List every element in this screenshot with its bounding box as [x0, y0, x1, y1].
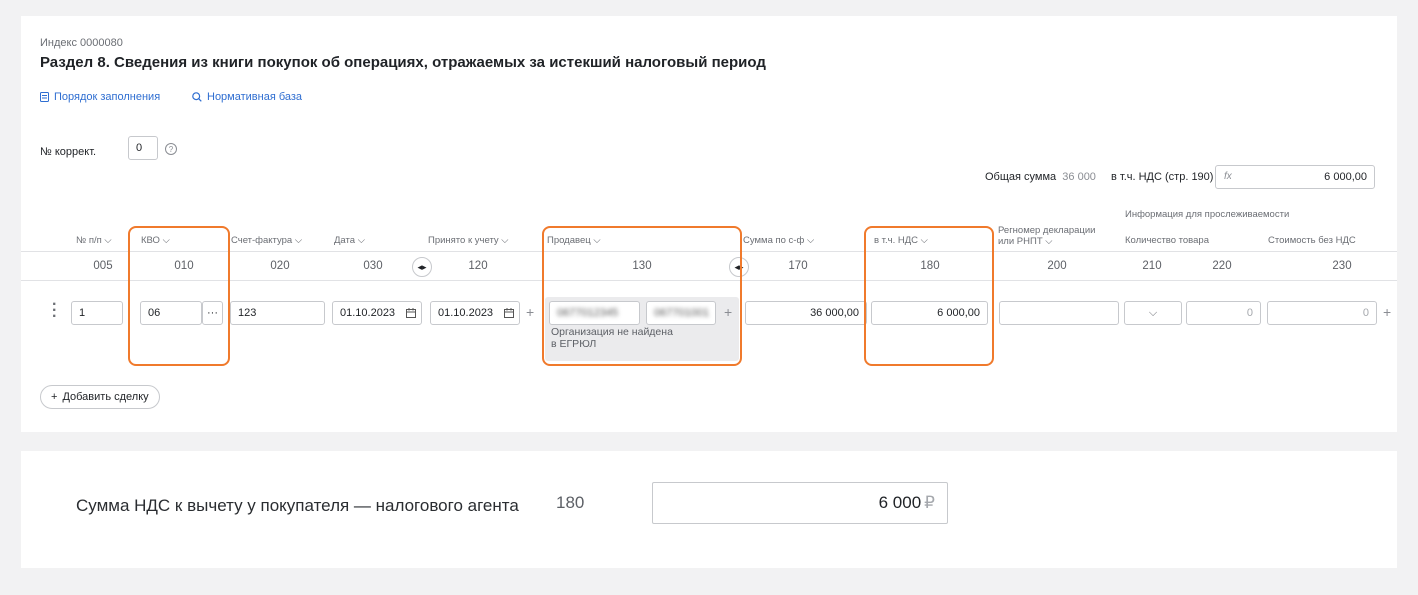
add-deal-label: Добавить сделку	[62, 391, 149, 403]
row-num-input[interactable]: 1	[71, 301, 123, 325]
correction-input[interactable]: 0	[128, 136, 158, 160]
code-num: 005	[93, 260, 113, 272]
code-amount: 170	[788, 260, 808, 272]
row-qty-input[interactable]: 0	[1186, 301, 1261, 325]
code-cost: 230	[1332, 260, 1352, 272]
deduction-label: Сумма НДС к вычету у покупателя — налого…	[76, 496, 519, 515]
col-header-qty: Количество товара	[1125, 235, 1209, 246]
expand-columns-icon[interactable]: ◂▸	[412, 257, 432, 277]
col-label-date: Дата	[334, 235, 356, 246]
chevron-down-icon: ⌵	[501, 235, 509, 246]
highlight-seller	[542, 226, 742, 366]
add-accepted-icon[interactable]: +	[526, 304, 534, 320]
vat-total-input[interactable]: fx 6 000,00	[1215, 165, 1375, 189]
row-amount-input[interactable]: 36 000,00	[745, 301, 867, 325]
correction-label: № коррект.	[40, 146, 97, 158]
fx-icon: fx	[1224, 171, 1232, 182]
procedure-link[interactable]: Порядок заполнения	[40, 91, 160, 103]
col-label-amount: Сумма по с-ф	[743, 235, 805, 246]
chevron-down-icon: ⌵	[104, 235, 112, 246]
traceability-header: Информация для прослеживаемости	[1125, 209, 1290, 220]
col-header-regnum[interactable]: Регномер декларации или РНПТ ⌵	[998, 225, 1095, 247]
code-qty: 210	[1142, 260, 1162, 272]
vat-total-value: 6 000,00	[1324, 171, 1367, 183]
row-date-input[interactable]: 01.10.2023	[332, 301, 422, 325]
col-label-num: № п/п	[76, 235, 102, 246]
chevron-down-icon: ⌵	[357, 235, 365, 246]
plus-icon: +	[51, 391, 58, 403]
row-menu-icon[interactable]: · · ·	[52, 297, 57, 325]
col-label-regnum-2: или РНПТ	[998, 236, 1043, 247]
col-header-cost: Стоимость без НДС	[1268, 235, 1356, 246]
row-accepted-input[interactable]: 01.10.2023	[430, 301, 520, 325]
ruble-icon: ₽	[924, 493, 935, 512]
total-sum-value: 36 000	[1062, 171, 1096, 183]
add-trace-icon[interactable]: +	[1383, 304, 1391, 320]
add-deal-button[interactable]: + Добавить сделку	[40, 385, 160, 409]
col-label-regnum-1: Регномер декларации	[998, 225, 1096, 236]
deduction-input[interactable]: 6 000 ₽	[652, 482, 948, 524]
chevron-down-icon: ⌵	[806, 235, 815, 246]
search-icon	[192, 92, 202, 102]
highlight-vat	[864, 226, 994, 366]
col-header-num[interactable]: № п/п ⌵	[76, 235, 112, 246]
highlight-kvo	[128, 226, 230, 366]
total-sum-label: Общая сумма	[985, 171, 1057, 183]
row-unit-select[interactable]: ⌵	[1124, 301, 1182, 325]
code-accepted: 120	[468, 260, 488, 272]
deduction-card: Сумма НДС к вычету у покупателя — налого…	[21, 451, 1397, 568]
col-header-invoice[interactable]: Счет-фактура ⌵	[231, 235, 302, 246]
calendar-icon	[406, 308, 416, 318]
row-date-value: 01.10.2023	[340, 307, 396, 319]
code-invoice: 020	[270, 260, 290, 272]
code-date: 030	[363, 260, 383, 272]
code-220: 220	[1212, 260, 1232, 272]
total-sum: Общая сумма 36 000	[985, 171, 1096, 183]
row-accepted-value: 01.10.2023	[438, 307, 494, 319]
deduction-value: 6 000	[878, 493, 922, 512]
row-regnum-input[interactable]	[999, 301, 1119, 325]
section-title: Раздел 8. Сведения из книги покупок об о…	[40, 54, 766, 71]
calendar-icon	[504, 308, 514, 318]
regulatory-link-label: Нормативная база	[207, 91, 303, 103]
question-icon[interactable]: ?	[165, 143, 177, 155]
col-header-amount[interactable]: Сумма по с-ф ⌵	[743, 235, 814, 246]
code-regnum: 200	[1047, 260, 1067, 272]
vat-total-label: в т.ч. НДС (стр. 190)	[1111, 171, 1214, 183]
section-index: Индекс 0000080	[40, 37, 123, 49]
row-cost-input[interactable]: 0	[1267, 301, 1377, 325]
col-label-accepted: Принято к учету	[428, 235, 499, 246]
chevron-down-icon: ⌵	[294, 235, 303, 246]
col-label-invoice: Счет-фактура	[231, 235, 293, 246]
document-icon	[40, 92, 49, 102]
regulatory-link[interactable]: Нормативная база	[192, 91, 302, 103]
deduction-code: 180	[556, 493, 585, 512]
procedure-link-label: Порядок заполнения	[54, 91, 161, 103]
col-header-date[interactable]: Дата ⌵	[334, 235, 365, 246]
section-8-card: Индекс 0000080 Раздел 8. Сведения из кни…	[21, 16, 1397, 432]
row-invoice-input[interactable]: 123	[230, 301, 325, 325]
chevron-down-icon: ⌵	[1045, 236, 1053, 247]
col-header-accepted[interactable]: Принято к учету ⌵	[428, 235, 509, 246]
chevron-down-icon: ⌵	[1148, 306, 1158, 319]
